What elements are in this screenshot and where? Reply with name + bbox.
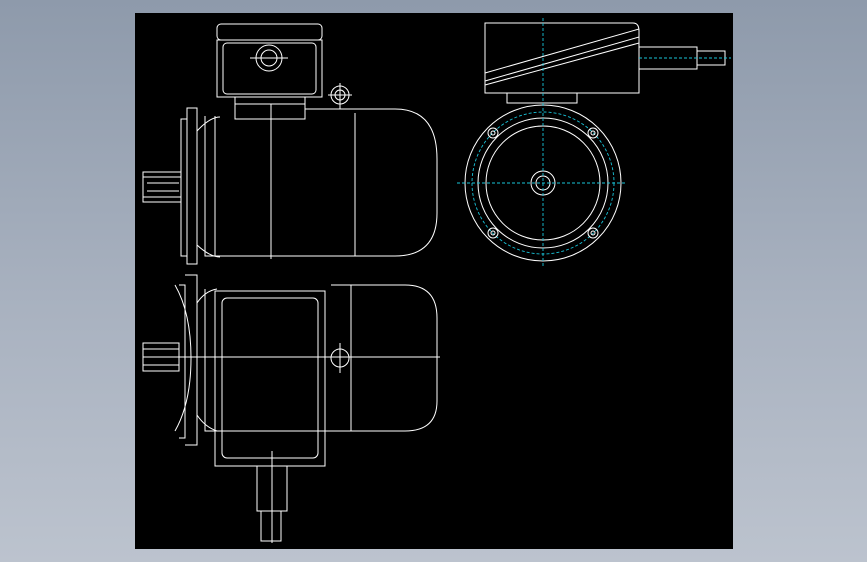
top-lifting-eye-icon [330,343,350,373]
mounting-flange [180,107,221,265]
cable-entry [256,451,288,543]
drive-shaft [142,171,182,203]
top-terminal-box [214,290,326,467]
top-flange [174,274,218,446]
lifting-eye-icon [328,83,352,109]
motor-body [204,104,438,259]
end-terminal-base [506,92,578,104]
motor-drawing-canvas [142,18,731,543]
front-view [142,23,438,265]
cad-drawing-viewport[interactable] [135,13,733,549]
end-view [457,18,731,268]
top-view [142,274,440,543]
terminal-box [216,23,323,120]
top-motor-body [204,284,438,432]
cable-gland-icon [250,44,288,72]
